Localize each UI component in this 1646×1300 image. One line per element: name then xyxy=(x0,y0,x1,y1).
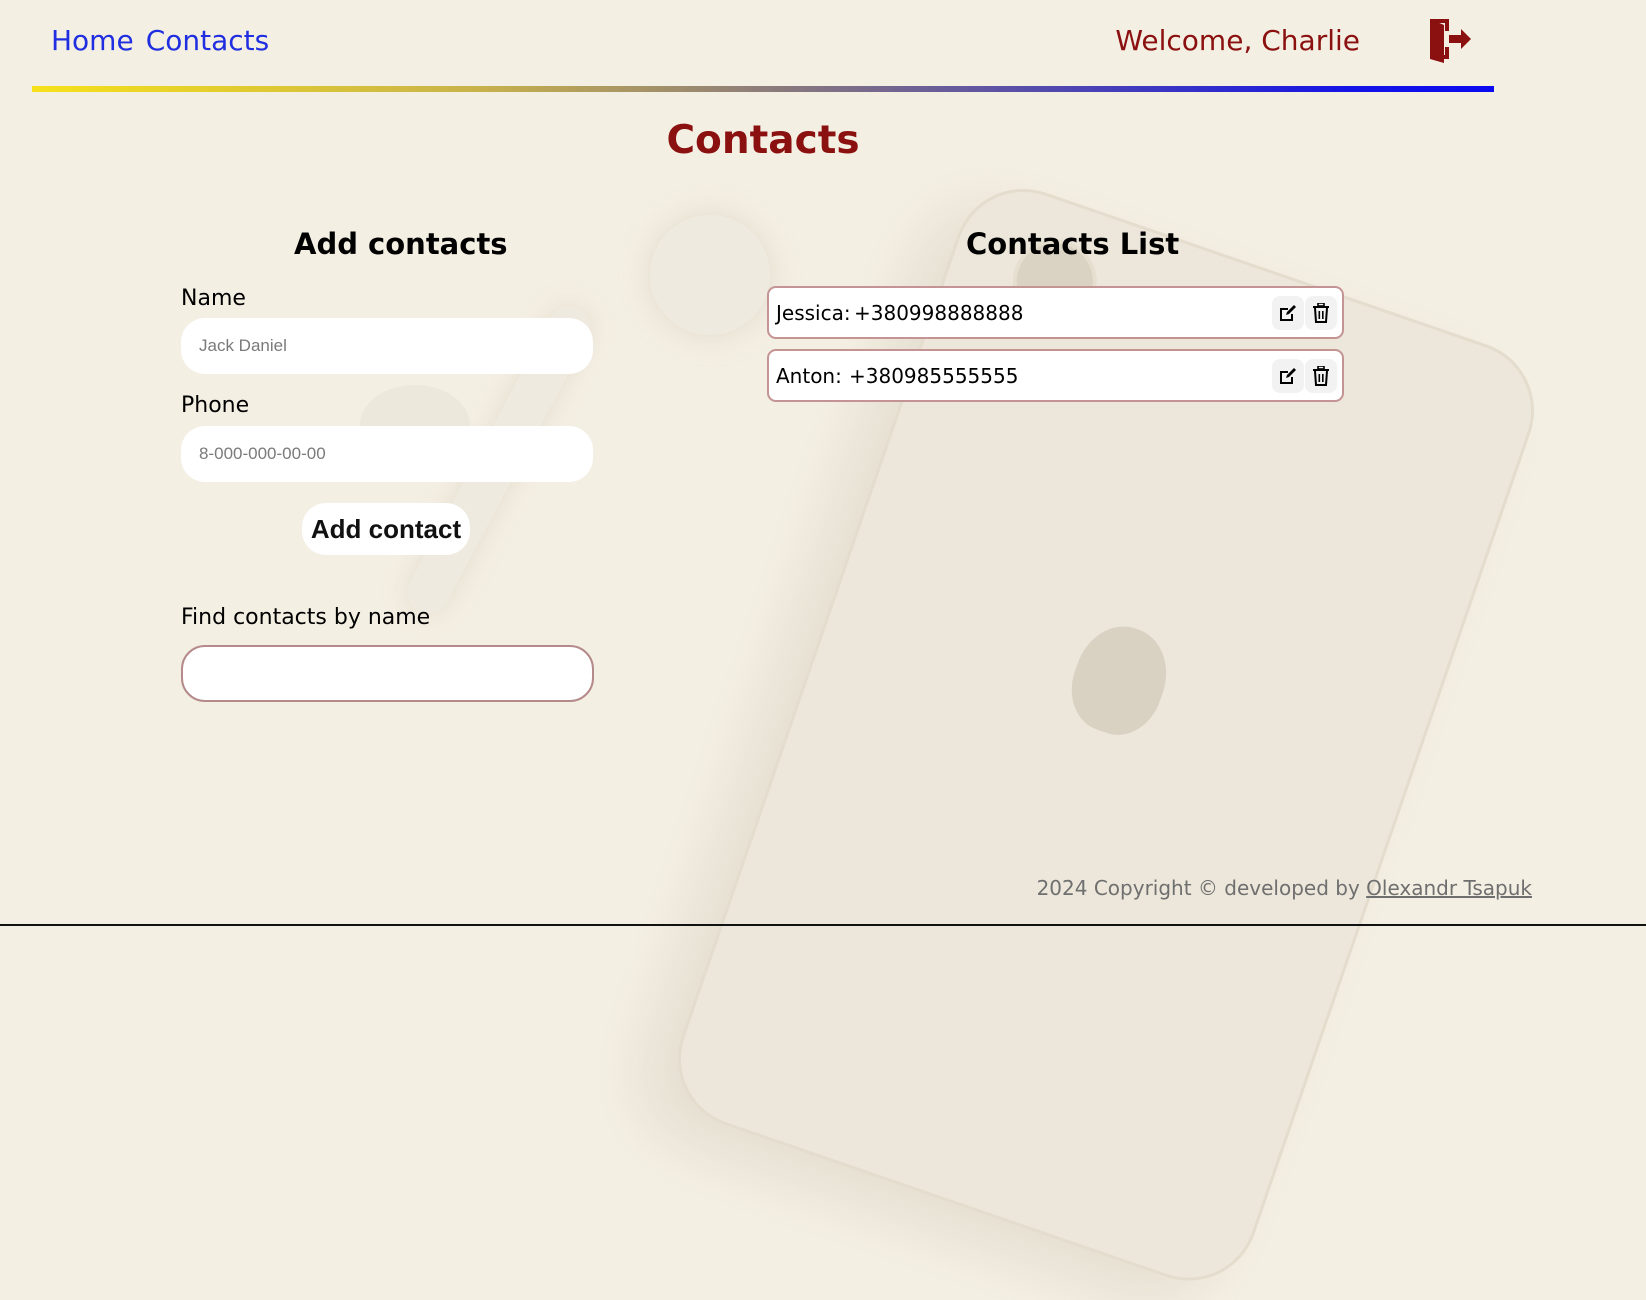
footer-author-link[interactable]: Olexandr Tsapuk xyxy=(1366,876,1532,900)
trash-icon[interactable] xyxy=(1305,296,1337,330)
main-nav: Home Contacts xyxy=(51,24,269,57)
find-contacts-input[interactable] xyxy=(181,645,594,702)
phone-input[interactable] xyxy=(181,426,593,482)
header: Home Contacts Welcome, Charlie xyxy=(32,0,1494,92)
page-title: Contacts xyxy=(666,118,860,163)
contacts-list-heading: Contacts List xyxy=(966,227,1180,261)
name-input[interactable] xyxy=(181,318,593,374)
phone-decoration xyxy=(658,170,1553,1300)
footer-copyright-text: 2024 Copyright © developed by xyxy=(1036,876,1360,900)
nav-home-link[interactable]: Home xyxy=(51,24,134,57)
contact-item: Jessica: +380998888888 xyxy=(767,286,1344,339)
welcome-text: Welcome, Charlie xyxy=(1115,24,1360,57)
add-contact-button[interactable]: Add contact xyxy=(302,503,470,555)
contact-item: Anton: +380985555555 xyxy=(767,349,1344,402)
find-contacts-label: Find contacts by name xyxy=(181,605,431,630)
footer: 2024 Copyright © developed by Olexandr T… xyxy=(1037,876,1532,900)
apple-logo-decoration xyxy=(1059,614,1180,746)
earbud-decoration xyxy=(650,215,770,335)
header-gradient-divider xyxy=(32,86,1494,92)
logout-icon[interactable] xyxy=(1427,15,1473,63)
contact-name: Anton: xyxy=(776,364,842,388)
contact-name: Jessica: xyxy=(776,301,851,325)
add-contacts-heading: Add contacts xyxy=(294,227,508,261)
nav-contacts-link[interactable]: Contacts xyxy=(146,24,270,57)
phone-label: Phone xyxy=(181,393,250,418)
contact-phone: +380985555555 xyxy=(849,364,1019,388)
edit-icon[interactable] xyxy=(1272,359,1304,393)
edit-icon[interactable] xyxy=(1272,296,1304,330)
contact-phone: +380998888888 xyxy=(854,301,1024,325)
name-label: Name xyxy=(181,286,246,311)
trash-icon[interactable] xyxy=(1305,359,1337,393)
